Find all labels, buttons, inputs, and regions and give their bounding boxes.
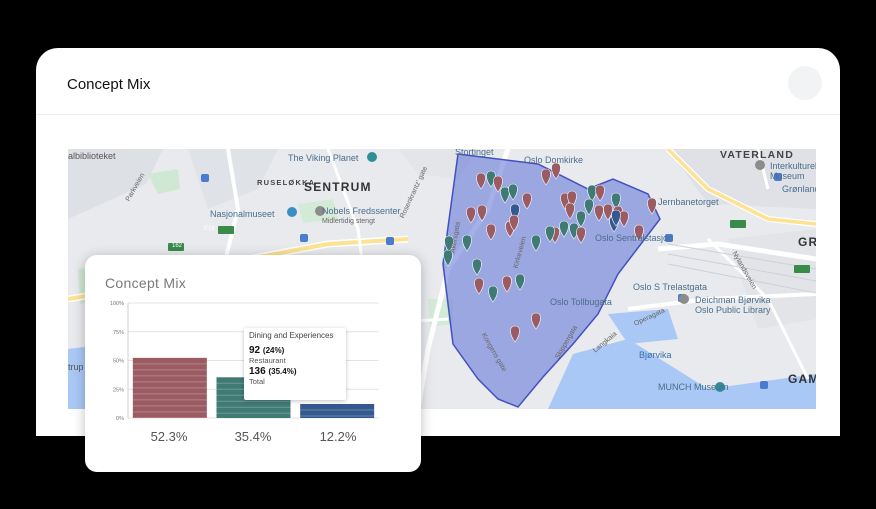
map-pin[interactable] bbox=[502, 275, 512, 293]
road-badge-label: E18 bbox=[204, 226, 215, 232]
map-pin[interactable] bbox=[510, 325, 520, 343]
poi-label: Oslo Public Library bbox=[695, 305, 771, 315]
map-pin[interactable] bbox=[500, 186, 510, 204]
map-pin[interactable] bbox=[531, 312, 541, 330]
poi-label: Bjørvika bbox=[639, 350, 672, 360]
map-pin[interactable] bbox=[477, 204, 487, 222]
poi-label: The Viking Planet bbox=[288, 153, 359, 163]
map-pin[interactable] bbox=[531, 234, 541, 252]
poi-sublabel: Midlertidig stengt bbox=[322, 218, 375, 225]
map-pin[interactable] bbox=[576, 226, 586, 244]
poi-label: Deichman Bjørvika bbox=[695, 295, 771, 305]
district-label: GAM bbox=[788, 372, 816, 386]
divider bbox=[36, 114, 840, 115]
card-menu-button[interactable] bbox=[788, 66, 822, 100]
y-tick-label: 100% bbox=[110, 301, 124, 307]
map-pin[interactable] bbox=[466, 206, 476, 224]
y-tick-label: 0% bbox=[116, 416, 124, 422]
map-pin[interactable] bbox=[595, 184, 605, 202]
map-pin[interactable] bbox=[474, 277, 484, 295]
map-pin[interactable] bbox=[647, 197, 657, 215]
map-pin[interactable] bbox=[488, 285, 498, 303]
y-tick-label: 50% bbox=[113, 359, 124, 365]
district-label: RUSELØKKA bbox=[257, 178, 316, 187]
bar-value-label: 35.4% bbox=[234, 429, 272, 444]
map-pin[interactable] bbox=[522, 192, 532, 210]
map-pin[interactable] bbox=[541, 168, 551, 186]
bar-value-label: 12.2% bbox=[319, 429, 357, 444]
poi-label: Stortinget bbox=[455, 149, 494, 157]
map-pin[interactable] bbox=[472, 258, 482, 276]
map-pin[interactable] bbox=[584, 198, 594, 216]
poi-label: albiblioteket bbox=[68, 151, 116, 161]
road-badge-label: 162 bbox=[172, 243, 183, 249]
tooltip-value: 92 (24%) bbox=[249, 345, 285, 356]
poi-label: MUNCH Museum bbox=[658, 382, 729, 392]
y-tick-label: 75% bbox=[113, 330, 124, 336]
map-pin[interactable] bbox=[515, 273, 525, 291]
poi-label: Jernbanetorget bbox=[658, 197, 719, 207]
tooltip-label: Total bbox=[249, 377, 265, 386]
tooltip-heading: Dining and Experiences bbox=[249, 331, 334, 340]
bar-value-label: 52.3% bbox=[150, 429, 188, 444]
poi-label: Nasjonalmuseet bbox=[210, 209, 275, 219]
map-pin[interactable] bbox=[551, 162, 561, 180]
tooltip-label: Restaurant bbox=[249, 356, 286, 365]
map-pin[interactable] bbox=[476, 172, 486, 190]
poi-label: Interkulturelt Museum bbox=[770, 161, 816, 181]
map-pin[interactable] bbox=[619, 210, 629, 228]
y-tick-label: 25% bbox=[113, 387, 124, 393]
map-pin[interactable] bbox=[594, 204, 604, 222]
card-title: Concept Mix bbox=[67, 76, 151, 93]
poi-label: Oslo S Trelastgata bbox=[633, 282, 708, 292]
poi-label: Nobels Fredssenter bbox=[322, 206, 401, 216]
poi-label: Oslo Domkirke bbox=[524, 155, 584, 165]
tooltip-value: 136 (35.4%) bbox=[249, 366, 297, 377]
poi-label: Oslo Sentralstasjon bbox=[595, 233, 674, 243]
poi-label: Oslo Tollbugata bbox=[550, 297, 612, 307]
map-pin[interactable] bbox=[565, 202, 575, 220]
map-pin[interactable] bbox=[587, 184, 597, 202]
map-pin[interactable] bbox=[486, 223, 496, 241]
chart-tooltip: Dining and Experiences 92 (24%) Restaura… bbox=[244, 328, 346, 400]
map-pin[interactable] bbox=[559, 220, 569, 238]
poi-label: Grønland bbox=[782, 184, 816, 194]
map-pin[interactable] bbox=[508, 183, 518, 201]
poi-label: trup bbox=[68, 362, 84, 372]
district-label: GR bbox=[798, 235, 816, 249]
map-pin[interactable] bbox=[462, 234, 472, 252]
district-label: VATERLAND bbox=[720, 149, 794, 161]
